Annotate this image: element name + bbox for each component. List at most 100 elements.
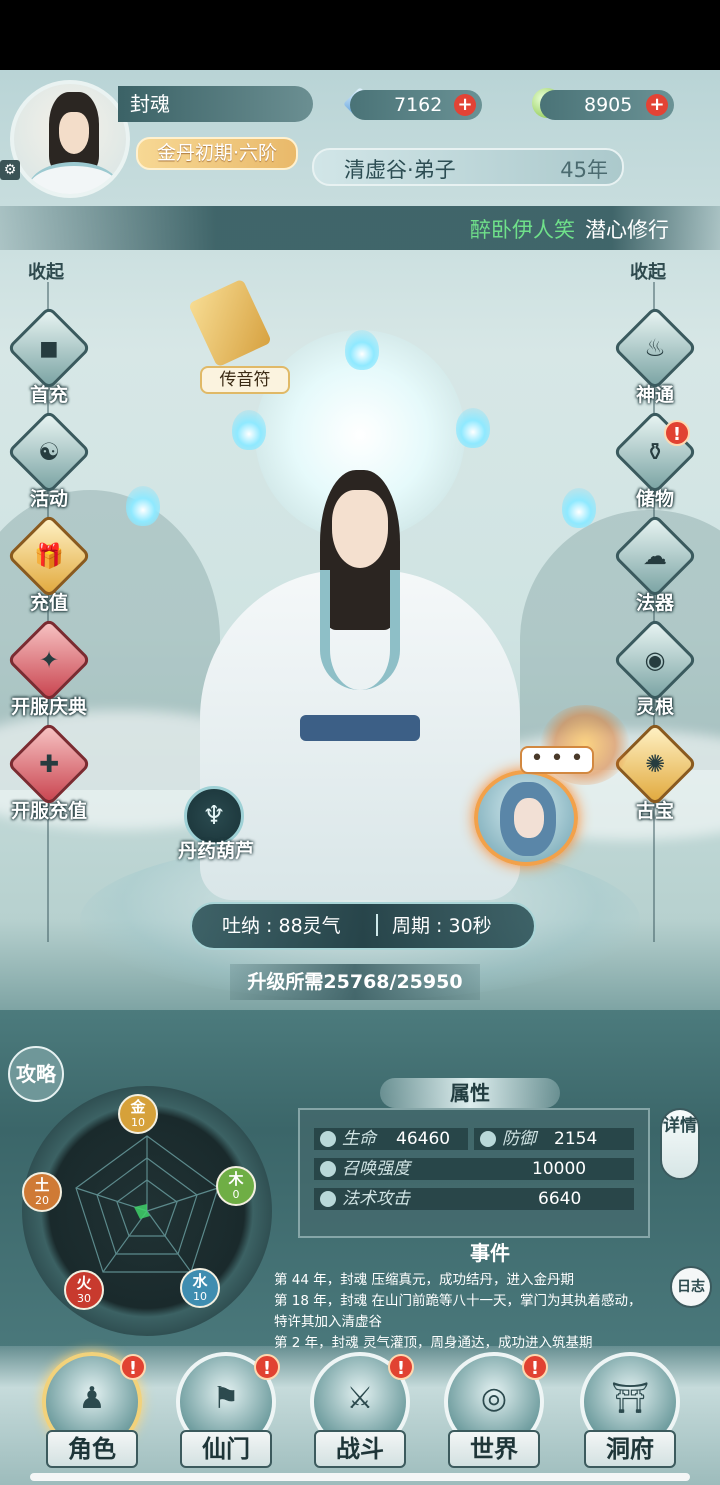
event-line: 特许其加入清虚谷 (274, 1314, 382, 1330)
status-bar (0, 0, 720, 70)
events-log: 第 44 年，封魂 压缩真元，成功结丹，进入金丹期 第 18 年，封魂 在山门前… (274, 1270, 664, 1354)
storage-alert-badge: ! (664, 420, 690, 446)
divider (376, 914, 378, 936)
settings-gear-icon[interactable]: ⚙ (0, 160, 20, 180)
element-value: 0 (232, 1188, 240, 1201)
marquee-player: 醉卧伊人笑 (470, 218, 575, 242)
nav-cave[interactable]: ⛩ 洞府 (570, 1352, 690, 1472)
nav-label: 洞府 (584, 1430, 676, 1468)
attr-label: 召唤强度 (342, 1159, 410, 1179)
gourd-label[interactable]: 丹药葫芦 (170, 836, 262, 863)
attributes-detail-button[interactable]: 详情 (660, 1108, 700, 1180)
npc-face (514, 798, 544, 838)
nav-label: 战斗 (314, 1430, 406, 1468)
nav-world[interactable]: ◎ 世界 ! (434, 1352, 554, 1472)
spirit-flame (562, 488, 596, 528)
element-value: 10 (131, 1116, 145, 1129)
element-fire: 火 30 (64, 1270, 104, 1310)
nav-alert-badge: ! (254, 1354, 280, 1380)
element-earth: 土 20 (22, 1172, 62, 1212)
player-name: 封魂 (118, 86, 313, 122)
menu-spirit-root[interactable]: ◉ 灵根 (610, 617, 700, 719)
shield-icon (480, 1131, 496, 1147)
sect-name: 清虚谷·弟子 (344, 158, 456, 182)
element-water: 水 10 (180, 1268, 220, 1308)
player-age: 45年 (560, 158, 608, 182)
element-value: 20 (35, 1194, 49, 1207)
message-scroll-label[interactable]: 传音符 (200, 366, 290, 394)
attr-value: 10000 (532, 1159, 587, 1179)
event-line: 第 18 年，封魂 在山门前跪等八十一天，掌门为其执着感动， (274, 1293, 642, 1309)
cultivation-bar: 吐纳 : 88灵气 周期 : 30秒 (190, 902, 536, 950)
element-name: 木 (228, 1170, 244, 1188)
magic-icon (320, 1191, 336, 1207)
spirit-flame (126, 486, 160, 526)
nav-battle[interactable]: ⚔ 战斗 ! (300, 1352, 420, 1472)
magic-tool-icon: ☁ (612, 513, 698, 599)
avatar-robe (29, 162, 119, 194)
taiji-icon: ☯ (6, 409, 92, 495)
jade-resource: 8905 + (540, 90, 674, 120)
log-button[interactable]: 日志 (670, 1266, 712, 1308)
attr-label: 法术攻击 (342, 1189, 410, 1209)
menu-recharge[interactable]: 🎁 充值 (4, 513, 94, 615)
upgrade-requirement: 升级所需25768/25950 (230, 964, 480, 1000)
realm-badge: 金丹初期·六阶 (136, 137, 298, 170)
attributes-title: 属性 (380, 1078, 560, 1108)
cave-pavilion-icon: ⛩ (610, 1381, 650, 1416)
nav-alert-badge: ! (522, 1354, 548, 1380)
menu-first-recharge[interactable]: ◼ 首充 (4, 305, 94, 407)
character-face (332, 490, 388, 568)
character-icon: ♟ (78, 1381, 106, 1416)
add-jade-button[interactable]: + (646, 94, 668, 116)
attr-value: 6640 (538, 1189, 582, 1209)
cycle-time: 周期 : 30秒 (392, 915, 492, 937)
element-wood: 木0 (216, 1166, 256, 1206)
nav-alert-badge: ! (388, 1354, 414, 1380)
nav-label: 仙门 (180, 1430, 272, 1468)
attr-summon: 召唤强度 10000 (314, 1158, 634, 1180)
attr-value: 2154 (554, 1129, 598, 1149)
add-crystal-button[interactable]: + (454, 94, 476, 116)
sect-plate: 清虚谷·弟子 45年 (312, 148, 624, 186)
spirit-root-icon: ◉ (612, 617, 698, 703)
element-metal: 金 10 (118, 1094, 158, 1134)
spirit-flame (232, 410, 266, 450)
right-collapse-button[interactable]: 收起 (630, 258, 666, 284)
money-bag-icon: ✚ (6, 721, 92, 807)
detail-label: 详情 (663, 1116, 697, 1136)
events-title: 事件 (470, 1241, 510, 1265)
nav-character[interactable]: ♟ 角色 ! (32, 1352, 152, 1472)
attr-magic: 法术攻击 6640 (314, 1188, 634, 1210)
menu-launch-recharge[interactable]: ✚ 开服充值 (4, 721, 94, 823)
nav-sect[interactable]: ⚑ 仙门 ! (166, 1352, 286, 1472)
attr-defense: 防御 2154 (474, 1128, 634, 1150)
home-indicator[interactable] (30, 1473, 690, 1481)
avatar-face (59, 112, 89, 154)
element-value: 10 (193, 1290, 207, 1303)
attr-hp: 生命 46460 (314, 1128, 468, 1150)
element-name: 金 (130, 1098, 146, 1116)
npc-speech-bubble[interactable]: • • • (520, 746, 594, 774)
npc-portrait[interactable] (474, 770, 578, 866)
left-collapse-button[interactable]: 收起 (28, 258, 64, 284)
attr-value: 46460 (396, 1129, 451, 1149)
nav-label: 世界 (448, 1430, 540, 1468)
attr-label: 生命 (342, 1129, 376, 1149)
character-collar (320, 570, 400, 690)
gift-icon: 🎁 (6, 513, 92, 599)
event-line: 第 44 年，封魂 压缩真元，成功结丹，进入金丹期 (274, 1272, 575, 1288)
player-avatar[interactable] (10, 80, 130, 198)
sword-icon: ⚔ (346, 1381, 374, 1416)
element-value: 30 (77, 1292, 91, 1305)
sect-banner-icon: ⚑ (212, 1381, 240, 1416)
element-name: 土 (34, 1176, 50, 1194)
menu-divine-power[interactable]: ♨ 神通 (610, 305, 700, 407)
jade-count: 8905 (584, 94, 633, 116)
menu-magic-tool[interactable]: ☁ 法器 (610, 513, 700, 615)
menu-launch-celebration[interactable]: ✦ 开服庆典 (4, 617, 94, 719)
menu-activity[interactable]: ☯ 活动 (4, 409, 94, 511)
news-marquee: 醉卧伊人笑 潜心修行 (0, 206, 720, 250)
crystal-resource: 7162 + (350, 90, 482, 120)
marquee-action: 潜心修行 (585, 218, 669, 242)
